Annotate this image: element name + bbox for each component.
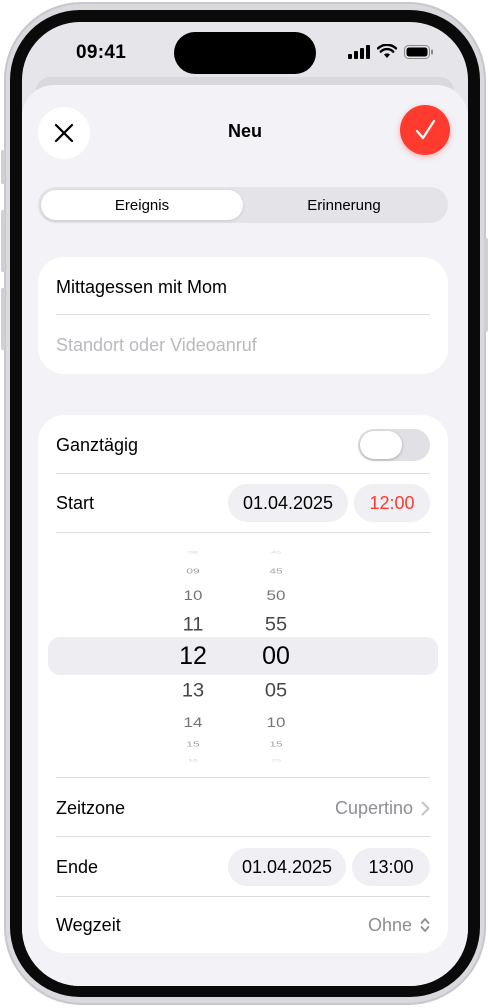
divider <box>56 896 430 897</box>
time-picker[interactable]: 08 09 10 11 12 13 14 15 16 40 45 50 55 00 05 10 15 20 <box>38 545 448 763</box>
screen: 09:41 Neu Ereignis Erinnerung Mittagesse… <box>22 22 468 986</box>
allday-row: Ganztägig <box>56 429 430 461</box>
allday-label: Ganztägig <box>56 434 139 455</box>
chevron-updown-icon <box>420 918 430 932</box>
allday-toggle[interactable] <box>358 429 430 461</box>
segment-event[interactable]: Ereignis <box>41 190 243 220</box>
end-label: Ende <box>56 856 99 877</box>
picker-selected-value[interactable]: 00 <box>246 643 306 669</box>
wifi-icon <box>377 44 397 58</box>
event-type-segmented-control: Ereignis Erinnerung <box>38 187 448 223</box>
start-time-button[interactable]: 12:00 <box>354 484 430 522</box>
travel-time-value: Ohne <box>367 914 412 935</box>
picker-value[interactable]: 14 <box>163 715 223 729</box>
location-field[interactable]: Standort oder Videoanruf <box>56 335 257 356</box>
picker-selection-band <box>48 637 438 675</box>
picker-value[interactable]: 45 <box>246 567 306 574</box>
travel-time-row[interactable]: Wegzeit Ohne <box>56 912 430 938</box>
picker-value[interactable]: 40 <box>246 550 306 553</box>
divider <box>56 836 430 837</box>
dynamic-island <box>174 32 316 74</box>
status-time: 09:41 <box>76 42 127 63</box>
hour-wheel[interactable]: 08 09 10 11 12 13 14 15 16 <box>163 545 223 763</box>
start-date-button[interactable]: 01.04.2025 <box>228 484 348 522</box>
toggle-knob <box>360 431 402 459</box>
cellular-signal-icon <box>348 44 370 59</box>
action-button <box>1 150 5 184</box>
picker-value[interactable]: 55 <box>246 616 306 635</box>
picker-value[interactable]: 16 <box>163 758 223 761</box>
checkmark-icon <box>415 119 436 140</box>
divider <box>56 532 430 533</box>
minute-wheel[interactable]: 40 45 50 55 00 05 10 15 20 <box>246 545 306 763</box>
picker-value[interactable]: 13 <box>163 682 223 701</box>
divider <box>56 473 430 474</box>
picker-value[interactable]: 15 <box>246 740 306 747</box>
timezone-label: Zeitzone <box>56 797 126 818</box>
picker-value[interactable]: 09 <box>163 567 223 574</box>
picker-value[interactable]: 10 <box>246 715 306 729</box>
status-icons <box>348 44 434 59</box>
end-time-button[interactable]: 13:00 <box>352 848 430 886</box>
picker-value[interactable]: 08 <box>163 550 223 553</box>
start-label: Start <box>56 492 95 513</box>
picker-value[interactable]: 15 <box>163 740 223 747</box>
picker-value[interactable]: 11 <box>163 616 223 635</box>
start-row: Start 01.04.2025 12:00 <box>56 483 430 523</box>
title-field[interactable]: Mittagessen mit Mom <box>56 277 227 298</box>
segment-reminder[interactable]: Erinnerung <box>243 190 445 220</box>
end-row: Ende 01.04.2025 13:00 <box>56 847 430 887</box>
battery-icon <box>404 44 433 59</box>
timezone-row[interactable]: Zeitzone Cupertino <box>56 795 430 821</box>
divider <box>56 777 430 778</box>
picker-selected-value[interactable]: 12 <box>163 643 223 669</box>
new-event-sheet: Neu Ereignis Erinnerung Mittagessen mit … <box>22 85 468 986</box>
picker-value[interactable]: 20 <box>246 758 306 761</box>
divider <box>56 314 430 315</box>
timezone-value: Cupertino <box>334 797 413 818</box>
volume-down-button <box>1 288 5 350</box>
picker-value[interactable]: 05 <box>246 682 306 701</box>
confirm-button[interactable] <box>400 105 450 155</box>
title-location-card: Mittagessen mit Mom Standort oder Videoa… <box>38 257 448 374</box>
volume-up-button <box>1 210 5 272</box>
travel-time-label: Wegzeit <box>56 914 121 935</box>
date-time-card: Ganztägig Start 01.04.2025 12:00 08 09 10 1… <box>38 415 448 953</box>
chevron-right-icon <box>421 801 430 815</box>
end-date-button[interactable]: 01.04.2025 <box>228 848 346 886</box>
picker-value[interactable]: 50 <box>246 588 306 602</box>
picker-value[interactable]: 10 <box>163 588 223 602</box>
power-button <box>484 238 488 332</box>
